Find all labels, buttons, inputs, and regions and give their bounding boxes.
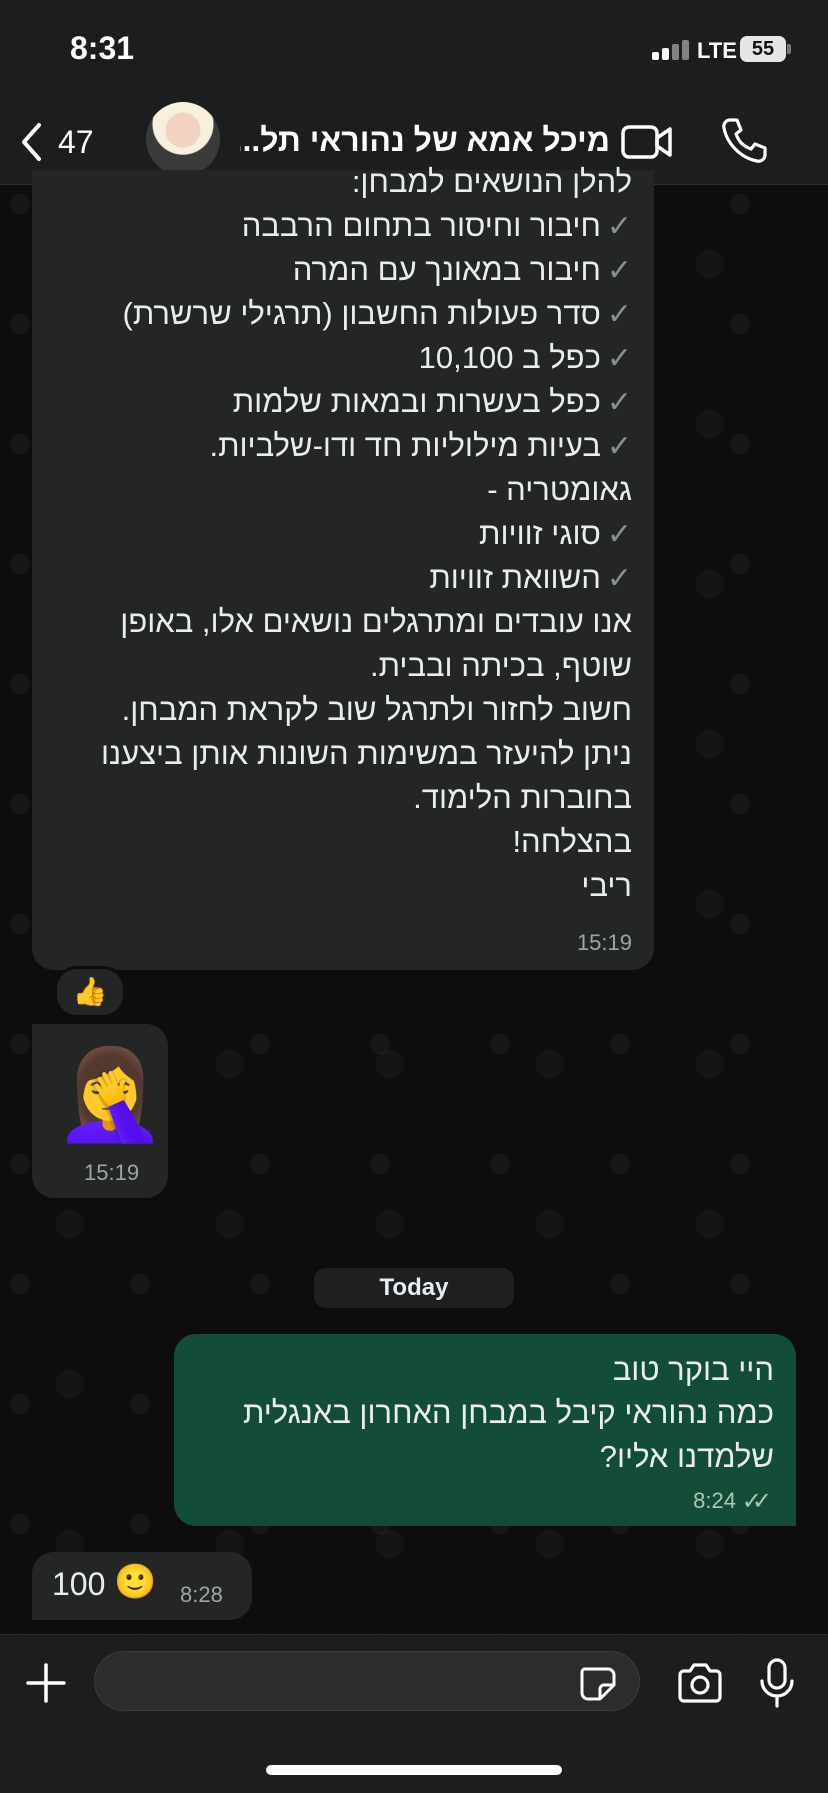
message-line: ✓בעיות מילוליות חד ודו-שלביות. <box>209 428 632 463</box>
check-icon: ✓ <box>606 562 632 595</box>
input-bar <box>0 1634 828 1793</box>
message-line: חשוב לחזור ולתרגל שוב לקראת המבחן. <box>121 692 632 727</box>
message-line: ניתן להיעזר במשימות השונות אותן ביצענו <box>100 736 632 771</box>
message-line: ✓חיבור במאונך עם המרה <box>292 252 632 287</box>
check-icon: ✓ <box>606 298 632 331</box>
message-time: 8:24 <box>693 1488 736 1513</box>
check-icon: ✓ <box>606 254 632 287</box>
check-icon: ✓ <box>606 210 632 243</box>
unread-count: 47 <box>58 123 94 160</box>
message-line: ✓סוגי זוויות <box>479 516 632 551</box>
message-input[interactable] <box>94 1651 640 1711</box>
message-time: 8:28 <box>180 1582 223 1607</box>
incoming-message[interactable]: 100 🙂 8:28 <box>32 1552 252 1620</box>
smile-emoji: 🙂 <box>114 1563 157 1601</box>
date-divider: Today <box>314 1268 514 1308</box>
message-line: שוטף, בכיתה ובבית. <box>370 648 632 683</box>
message-line: ✓השוואת זוויות <box>429 560 632 595</box>
message-line: גאומטריה - <box>487 472 632 507</box>
phone-icon[interactable] <box>718 114 770 166</box>
status-time: 8:31 <box>70 30 135 66</box>
message-line: בחוברות הלימוד. <box>413 780 632 815</box>
incoming-message[interactable]: להלן הנושאים למבחן: ✓חיבור וחיסור בתחום … <box>32 164 654 970</box>
back-chevron-icon <box>22 123 41 161</box>
check-icon: ✓ <box>606 518 632 551</box>
check-icon: ✓ <box>606 386 632 419</box>
status-bar: 8:31 LTE 55 <box>0 0 828 100</box>
network-type: LTE <box>697 38 737 63</box>
message-time: 15:19 <box>84 1160 140 1185</box>
message-text: היי בוקר טוב כמה נהוראי קיבל במבחן האחרו… <box>242 1352 774 1474</box>
outgoing-message[interactable]: היי בוקר טוב כמה נהוראי קיבל במבחן האחרו… <box>174 1334 796 1526</box>
check-icon: ✓ <box>606 342 632 375</box>
avatar[interactable] <box>146 102 220 176</box>
thumbs-up-reaction[interactable]: 👍 <box>54 966 126 1018</box>
message-line: להלן הנושאים למבחן: <box>351 164 632 199</box>
message-line: אנו עובדים ומתרגלים נושאים אלו, באופן <box>120 604 632 639</box>
facepalm-emoji: 🤦‍♀️ <box>54 1045 167 1145</box>
message-text: 100 <box>52 1566 106 1602</box>
message-line: ריבי <box>581 868 632 903</box>
camera-icon[interactable] <box>676 1661 724 1705</box>
message-time: 15:19 <box>576 930 632 955</box>
plus-icon[interactable] <box>24 1661 68 1705</box>
battery-nub <box>787 44 791 54</box>
video-call-icon[interactable] <box>620 118 674 166</box>
home-indicator[interactable] <box>266 1765 562 1775</box>
sticker-icon[interactable] <box>578 1665 618 1701</box>
check-icon: ✓ <box>606 430 632 463</box>
contact-name[interactable]: מיכל אמא של נהוראי תל... <box>240 122 610 159</box>
signal-icon <box>652 40 692 60</box>
message-line: ✓כפל בעשרות ובמאות שלמות <box>232 384 632 419</box>
incoming-emoji-message[interactable]: 🤦‍♀️ 15:19 <box>32 1024 168 1198</box>
battery-icon: 55 <box>740 36 786 62</box>
read-receipt-icon: ✓✓ <box>741 1488 772 1515</box>
message-line: ✓כפל ב 10,100 <box>418 340 632 375</box>
message-line: ✓חיבור וחיסור בתחום הרבבה <box>241 208 632 243</box>
back-button[interactable]: 47 <box>20 118 94 166</box>
message-line: בהצלחה! <box>512 824 632 859</box>
microphone-icon[interactable] <box>758 1657 796 1709</box>
battery-level: 55 <box>751 38 775 60</box>
message-line: ✓סדר פעולות החשבון (תרגילי שרשרת) <box>122 296 632 331</box>
